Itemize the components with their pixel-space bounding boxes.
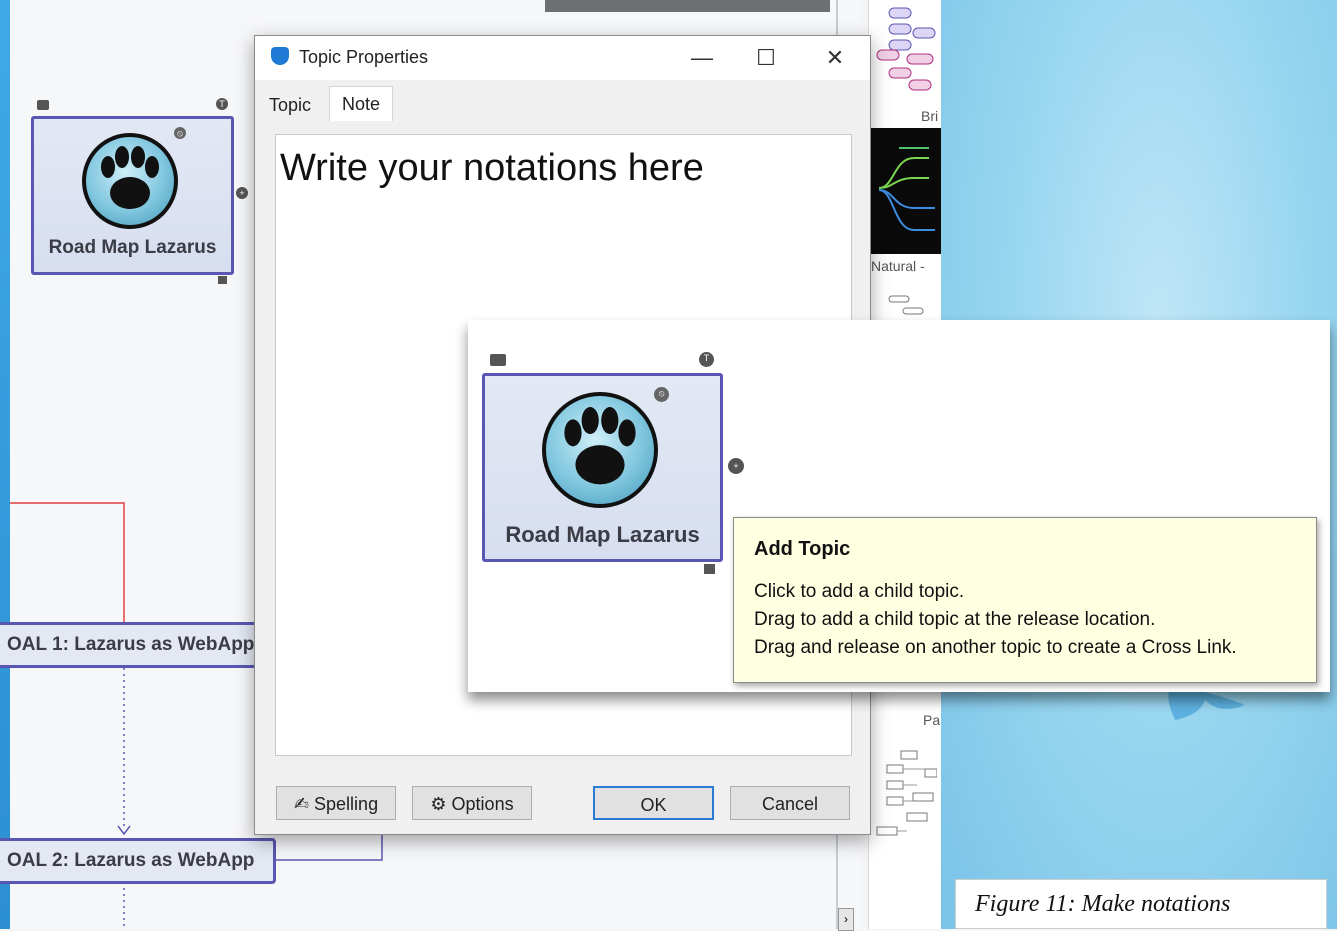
ok-button[interactable]: OK — [593, 786, 714, 820]
inset-topic-label: Road Map Lazarus — [505, 522, 700, 547]
template-label-1: Bri — [921, 108, 939, 124]
inset-filter-icon[interactable]: T — [699, 352, 714, 367]
tooltip-line-1: Click to add a child topic. — [754, 581, 965, 602]
remove-icon[interactable]: ⦸ — [174, 127, 186, 139]
add-topic-tooltip: Add Topic Click to add a child topic. Dr… — [733, 517, 1317, 683]
goal-2-node[interactable]: OAL 2: Lazarus as WebApp — [0, 838, 276, 884]
dialog-titlebar[interactable]: Topic Properties — ☐ ✕ — [255, 36, 870, 80]
gear-icon: ⚙ — [430, 794, 447, 814]
filter-icon[interactable]: T — [216, 98, 228, 110]
close-button[interactable]: ✕ — [803, 36, 867, 80]
resize-handle[interactable] — [218, 276, 227, 284]
options-button[interactable]: ⚙ Options — [412, 786, 532, 820]
tab-topic[interactable]: Topic — [257, 88, 323, 122]
inset-notes-icon[interactable] — [490, 354, 506, 366]
template-thumb-4[interactable] — [873, 745, 937, 855]
spelling-button[interactable]: ✍ Spelling — [276, 786, 396, 820]
inset-topic-node[interactable]: ⦸ Road Map Lazarus — [482, 373, 723, 562]
main-topic-node[interactable]: ⦸ Road Map Lazarus — [31, 116, 234, 275]
dialog-tabs: Topic Note — [255, 80, 870, 122]
notes-icon[interactable] — [37, 100, 49, 110]
tooltip-line-3: Drag and release on another topic to cre… — [754, 637, 1237, 658]
scroll-right-arrow-icon[interactable]: › — [838, 908, 854, 931]
template-label-3: Pa — [923, 712, 941, 728]
inset-add-topic-icon[interactable]: + — [728, 458, 744, 474]
main-topic-label: Road Map Lazarus — [48, 237, 217, 258]
inset-paw-icon — [542, 392, 658, 508]
template-thumb-3[interactable] — [873, 290, 937, 320]
goal-1-node[interactable]: OAL 1: Lazarus as WebApp — [0, 622, 260, 668]
minimize-button[interactable]: — — [670, 36, 734, 80]
dialog-title: Topic Properties — [299, 47, 429, 67]
template-label-2: Natural - — [871, 258, 925, 274]
note-text: Write your notations here — [280, 147, 704, 189]
lazarus-paw-icon — [82, 133, 178, 229]
inset-remove-icon[interactable]: ⦸ — [654, 387, 669, 402]
tooltip-title: Add Topic — [754, 538, 851, 560]
natural-template-thumb[interactable] — [869, 128, 941, 254]
figure-caption: Figure 11: Make notations — [955, 879, 1327, 929]
tab-note[interactable]: Note — [329, 86, 394, 121]
inset-resize-handle[interactable] — [704, 564, 715, 574]
cancel-button[interactable]: Cancel — [730, 786, 850, 820]
app-shield-icon — [271, 47, 289, 65]
add-topic-icon[interactable]: + — [236, 187, 248, 199]
spelling-icon: ✍ — [293, 794, 310, 814]
brainstorm-template-thumb[interactable] — [873, 0, 937, 100]
maximize-button[interactable]: ☐ — [734, 36, 798, 80]
tooltip-line-2: Drag to add a child topic at the release… — [754, 609, 1156, 630]
caption-text: Figure 11: Make notations — [975, 891, 1231, 917]
